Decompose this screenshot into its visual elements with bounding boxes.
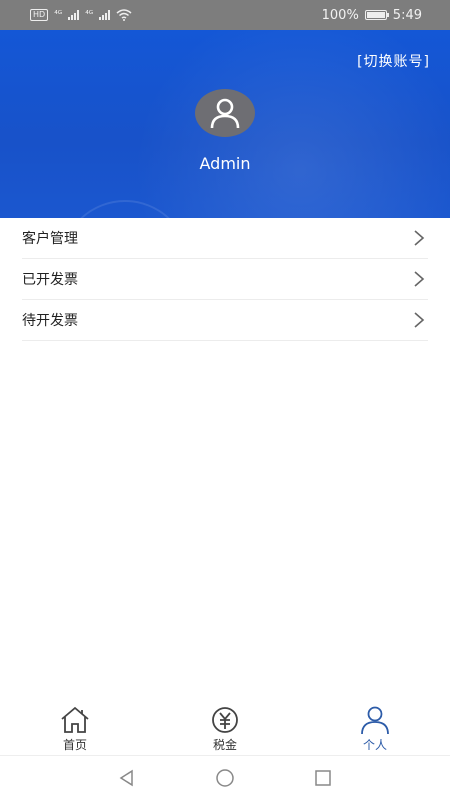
status-left: HD ⁴ᴳ ⁴ᴳ [30, 9, 132, 21]
menu-item-issued-invoices[interactable]: 已开发票 [22, 259, 428, 300]
status-right: 100% 5:49 [322, 8, 422, 23]
home-circle-icon[interactable] [215, 768, 235, 788]
profile-header: [切换账号] Admin [0, 30, 450, 218]
username: Admin [199, 154, 251, 173]
status-bar: HD ⁴ᴳ ⁴ᴳ 100% 5:49 [0, 0, 450, 30]
clock: 5:49 [392, 7, 422, 23]
battery-icon [364, 10, 389, 20]
recents-icon[interactable] [313, 768, 333, 788]
tab-home[interactable]: 首页 [30, 700, 120, 755]
menu-item-customer-management[interactable]: 客户管理 [22, 218, 428, 259]
tab-label: 个人 [362, 738, 387, 752]
signal-2-icon [99, 10, 111, 20]
bottom-tab-bar: 首页 税金 个人 [0, 700, 450, 756]
tab-tax[interactable]: 税金 [180, 700, 270, 755]
user-avatar-icon [210, 98, 240, 129]
menu-item-label: 客户管理 [22, 231, 78, 247]
battery-percent: 100% [321, 7, 359, 23]
home-icon [61, 706, 89, 733]
signal-1-icon [68, 10, 80, 20]
chevron-right-icon [414, 230, 425, 246]
tab-personal[interactable]: 个人 [330, 700, 420, 755]
chevron-right-icon [414, 312, 425, 328]
chevron-right-icon [414, 271, 425, 287]
hd-badge: HD [30, 9, 49, 21]
system-nav-bar [0, 756, 450, 800]
avatar[interactable] [195, 89, 255, 137]
signal-1-label: ⁴ᴳ [54, 10, 63, 20]
signal-2-label: ⁴ᴳ [85, 10, 94, 20]
yuan-icon [212, 707, 238, 733]
tab-label: 首页 [62, 738, 87, 752]
menu-item-label: 待开发票 [22, 313, 78, 329]
menu-item-pending-invoices[interactable]: 待开发票 [22, 300, 428, 341]
tab-label: 税金 [212, 738, 237, 752]
switch-account-button[interactable]: [切换账号] [357, 51, 430, 71]
menu-item-label: 已开发票 [22, 272, 78, 288]
person-icon [361, 706, 389, 735]
wifi-icon [116, 9, 132, 21]
profile-menu: 客户管理 已开发票 待开发票 [0, 218, 450, 341]
back-icon[interactable] [117, 768, 137, 788]
